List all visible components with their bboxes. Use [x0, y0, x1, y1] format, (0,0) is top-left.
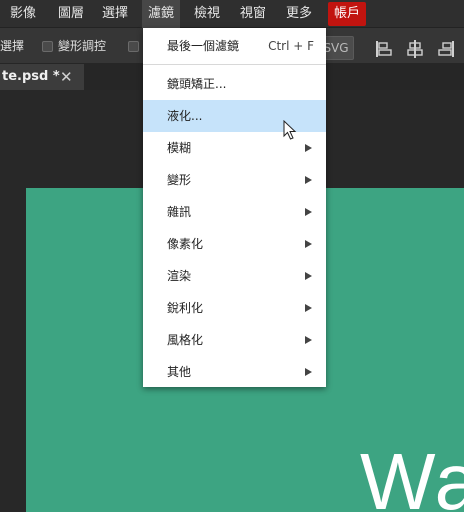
menu-select[interactable]: 選擇: [96, 0, 134, 28]
submenu-arrow-icon: [305, 304, 312, 312]
submenu-arrow-icon: [305, 368, 312, 376]
noise-label: 雜訊: [167, 205, 192, 219]
menu-item-render[interactable]: 渲染: [143, 260, 326, 292]
stylize-label: 風格化: [167, 333, 204, 347]
align-right-icon[interactable]: [436, 39, 456, 59]
other-label: 其他: [167, 365, 192, 379]
distort-label: 變形: [167, 173, 192, 187]
close-icon[interactable]: ✕: [60, 64, 73, 90]
menu-item-last-filter[interactable]: 最後一個濾鏡 Ctrl + F: [143, 30, 326, 62]
submenu-arrow-icon: [305, 176, 312, 184]
toolbar-select-label: 選擇: [0, 39, 25, 53]
align-left-icon[interactable]: [374, 39, 394, 59]
pixelate-label: 像素化: [167, 237, 204, 251]
account-button[interactable]: 帳戶: [328, 2, 367, 26]
last-filter-label: 最後一個濾鏡: [167, 39, 240, 53]
transform-controls-checkbox[interactable]: [42, 41, 53, 52]
sharpen-label: 銳利化: [167, 301, 204, 315]
menu-more[interactable]: 更多: [280, 0, 318, 28]
submenu-arrow-icon: [305, 272, 312, 280]
menubar: 影像 圖層 選擇 濾鏡 檢視 視窗 更多 帳戶: [0, 0, 464, 28]
menu-view[interactable]: 檢視: [188, 0, 226, 28]
lens-correction-label: 鏡頭矯正...: [167, 77, 227, 91]
menu-separator: [143, 64, 326, 65]
menu-item-pixelate[interactable]: 像素化: [143, 228, 326, 260]
submenu-arrow-icon: [305, 336, 312, 344]
filter-menu-dropdown: 最後一個濾鏡 Ctrl + F 鏡頭矯正... 液化... 模糊 變形 雜訊 像…: [143, 28, 326, 387]
toolbar-checkbox-2[interactable]: [128, 41, 139, 52]
menu-item-lens-correction[interactable]: 鏡頭矯正...: [143, 68, 326, 100]
submenu-arrow-icon: [305, 240, 312, 248]
menu-window[interactable]: 視窗: [234, 0, 272, 28]
menu-item-stylize[interactable]: 風格化: [143, 324, 326, 356]
align-center-icon[interactable]: [405, 39, 425, 59]
blur-label: 模糊: [167, 141, 192, 155]
mouse-cursor-icon: [283, 120, 297, 140]
canvas-text: Wa: [360, 437, 464, 512]
menu-item-noise[interactable]: 雜訊: [143, 196, 326, 228]
menu-item-sharpen[interactable]: 銳利化: [143, 292, 326, 324]
menu-item-liquify[interactable]: 液化...: [143, 100, 326, 132]
menu-item-blur[interactable]: 模糊: [143, 132, 326, 164]
menu-image[interactable]: 影像: [4, 0, 42, 28]
menu-item-other[interactable]: 其他: [143, 356, 326, 388]
render-label: 渲染: [167, 269, 192, 283]
submenu-arrow-icon: [305, 208, 312, 216]
document-tab[interactable]: te.psd * ✕: [0, 64, 84, 90]
transform-controls-label: 變形調控: [58, 39, 107, 53]
menu-layer[interactable]: 圖層: [52, 0, 90, 28]
menu-item-distort[interactable]: 變形: [143, 164, 326, 196]
liquify-label: 液化...: [167, 109, 203, 123]
last-filter-shortcut: Ctrl + F: [268, 39, 314, 53]
submenu-arrow-icon: [305, 144, 312, 152]
menu-filter[interactable]: 濾鏡: [142, 0, 181, 28]
document-tab-title: te.psd *: [2, 69, 60, 84]
